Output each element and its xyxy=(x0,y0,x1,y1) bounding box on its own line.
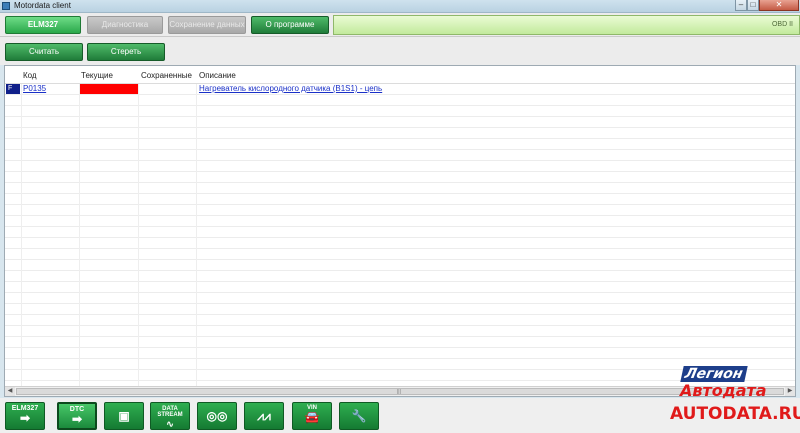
dtc-table: Код Текущие Сохраненные Описание F P0135… xyxy=(4,65,796,397)
waveform-icon: ∿ xyxy=(166,419,174,429)
column-separator xyxy=(21,66,22,386)
erase-button[interactable]: Стереть xyxy=(87,43,165,61)
action-bar: Считать Стереть xyxy=(0,37,800,65)
tab-about[interactable]: О программе xyxy=(251,16,329,34)
current-status-cell xyxy=(80,84,138,94)
column-separator xyxy=(138,66,139,386)
graph-button[interactable]: ⩘⩘ xyxy=(244,402,284,430)
status-panel: OBD II xyxy=(333,15,800,35)
obd-status-text: OBD II xyxy=(771,21,793,28)
grid-lines xyxy=(5,84,795,386)
title-bar: Motordata client – □ ✕ xyxy=(0,0,800,13)
arrow-right-icon: ➡ xyxy=(71,412,83,426)
car-icon: 🚘 xyxy=(304,410,320,424)
table-header: Код Текущие Сохраненные Описание xyxy=(5,66,795,84)
scroll-left-icon[interactable]: ◀ xyxy=(5,387,15,396)
row-flag-badge: F xyxy=(6,84,20,94)
data-stream-label: DATA STREAM xyxy=(157,406,183,418)
read-button[interactable]: Считать xyxy=(5,43,83,61)
header-description[interactable]: Описание xyxy=(199,71,236,80)
snapshot-button[interactable]: ▣ xyxy=(104,402,144,430)
maximize-button[interactable]: □ xyxy=(747,0,759,11)
sensors-button[interactable]: ◎◎ xyxy=(197,402,237,430)
minimize-button[interactable]: – xyxy=(735,0,747,11)
dtc-button[interactable]: DTC ➡ xyxy=(57,402,97,430)
dtc-description-link[interactable]: Нагреватель кислородного датчика (B1S1) … xyxy=(199,84,382,93)
dtc-code-link[interactable]: P0135 xyxy=(23,84,46,93)
autodata-watermark: Легион Автодата AUTODATA.RU xyxy=(662,364,800,433)
elm327-button[interactable]: ELM327 ➡ xyxy=(5,402,45,430)
header-current[interactable]: Текущие xyxy=(81,71,113,80)
watermark-line1: Легион xyxy=(680,366,748,382)
wrench-icon: 🔧 xyxy=(351,409,367,423)
grip-icon: ||| xyxy=(397,389,401,395)
zigzag-graph-icon: ⩘⩘ xyxy=(257,409,271,423)
table-row[interactable]: F P0135 Нагреватель кислородного датчика… xyxy=(5,84,795,94)
camera-icon: ▣ xyxy=(118,409,130,423)
arrow-right-icon: ➡ xyxy=(19,411,31,425)
data-stream-button[interactable]: DATA STREAM ∿ xyxy=(150,402,190,430)
circles-icon: ◎◎ xyxy=(206,409,228,423)
column-separator xyxy=(79,66,80,386)
tab-elm327[interactable]: ELM327 xyxy=(5,16,81,34)
tab-save-data[interactable]: Сохранение данных xyxy=(168,16,246,34)
header-code[interactable]: Код xyxy=(23,71,37,80)
vin-button[interactable]: VIN 🚘 xyxy=(292,402,332,430)
app-icon xyxy=(2,2,10,10)
close-button[interactable]: ✕ xyxy=(759,0,799,11)
window-title: Motordata client xyxy=(14,1,71,10)
watermark-line3: AUTODATA.RU xyxy=(670,404,800,424)
watermark-line2: Автодата xyxy=(680,381,767,400)
header-saved[interactable]: Сохраненные xyxy=(141,71,192,80)
tools-button[interactable]: 🔧 xyxy=(339,402,379,430)
top-toolbar: ELM327 Диагностика Сохранение данных О п… xyxy=(0,13,800,37)
column-separator xyxy=(196,66,197,386)
tab-diagnostics[interactable]: Диагностика xyxy=(87,16,163,34)
